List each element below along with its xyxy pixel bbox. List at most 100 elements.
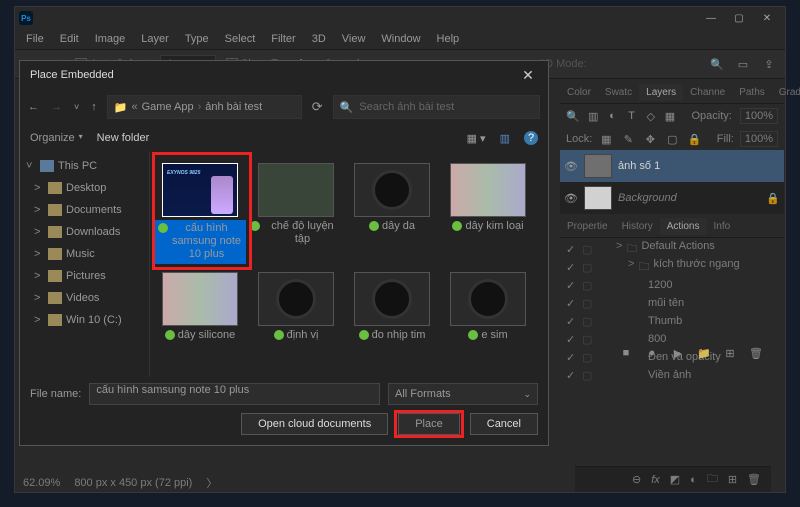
panel-tab-swatc[interactable]: Swatc [598, 84, 639, 101]
forward-icon[interactable]: → [51, 101, 62, 113]
action-row[interactable]: ✓▢Viền ảnh [560, 366, 784, 384]
layer-row[interactable]: 👁 Background 🔒 [560, 182, 784, 214]
sidebar-item-this-pc[interactable]: ˅This PC [22, 155, 147, 177]
search-input[interactable]: 🔍 Search ảnh bài test [333, 95, 540, 119]
record-icon[interactable]: ● [644, 345, 660, 361]
check-icon[interactable]: ✓ [566, 279, 582, 292]
dialog-toggle-icon[interactable]: ▢ [582, 351, 598, 364]
menu-image[interactable]: Image [88, 31, 133, 47]
filter-type-icon[interactable]: T [626, 108, 637, 124]
menu-filter[interactable]: Filter [264, 31, 302, 47]
file-item[interactable]: dây kim loại [440, 159, 536, 268]
action-row[interactable]: ✓▢1200 [560, 276, 784, 294]
file-item[interactable]: dây silicone [152, 268, 248, 346]
file-item[interactable]: dây da [344, 159, 440, 268]
panel-tab-channe[interactable]: Channe [683, 84, 732, 101]
panel-tab-color[interactable]: Color [560, 84, 598, 101]
filter-adjust-icon[interactable]: ◐ [607, 108, 618, 124]
opacity-value[interactable]: 100% [740, 108, 778, 124]
close-window-button[interactable]: ✕ [753, 7, 781, 29]
group-icon[interactable]: 🗀 [707, 470, 718, 489]
panel-tab-gradiei[interactable]: Gradiei [772, 84, 800, 101]
dialog-toggle-icon[interactable]: ▢ [582, 369, 598, 382]
check-icon[interactable]: ✓ [566, 243, 582, 256]
organize-dropdown[interactable]: Organize▾ [30, 132, 83, 144]
maximize-button[interactable]: ▢ [725, 7, 753, 29]
menu-layer[interactable]: Layer [134, 31, 176, 47]
play-icon[interactable]: ▶ [670, 345, 686, 361]
zoom-level[interactable]: 62.09% [23, 477, 60, 489]
back-icon[interactable]: ← [28, 101, 39, 113]
new-folder-button[interactable]: New folder [97, 132, 150, 144]
share-icon[interactable]: ⇪ [761, 56, 777, 72]
new-action-icon[interactable]: ⊞ [722, 345, 738, 361]
view-mode-icon[interactable]: ▦ ▾ [467, 132, 486, 145]
panel-tab-paths[interactable]: Paths [732, 84, 772, 101]
visibility-icon[interactable]: 👁 [564, 192, 578, 205]
sidebar-item-music[interactable]: ˃Music [22, 243, 147, 265]
file-item[interactable]: đo nhịp tim [344, 268, 440, 346]
workspace-icon[interactable]: ▭ [735, 56, 751, 72]
sidebar-item-pictures[interactable]: ˃Pictures [22, 265, 147, 287]
check-icon[interactable]: ✓ [566, 369, 582, 382]
minimize-button[interactable]: — [697, 7, 725, 29]
lock-all-icon[interactable]: 🔒 [686, 131, 702, 147]
sidebar-item-downloads[interactable]: ˃Downloads [22, 221, 147, 243]
check-icon[interactable]: ✓ [566, 297, 582, 310]
format-dropdown[interactable]: All Formats⌄ [388, 383, 538, 405]
filter-image-icon[interactable]: ▥ [588, 108, 599, 124]
delete-layer-icon[interactable]: 🗑 [747, 473, 761, 486]
dialog-toggle-icon[interactable]: ▢ [582, 261, 598, 274]
filter-shape-icon[interactable]: ◇ [645, 108, 656, 124]
fx-icon[interactable]: fx [651, 474, 660, 486]
dialog-toggle-icon[interactable]: ▢ [582, 243, 598, 256]
menu-3d[interactable]: 3D [305, 31, 333, 47]
refresh-icon[interactable]: ⟳ [312, 99, 323, 115]
sidebar-item-videos[interactable]: ˃Videos [22, 287, 147, 309]
lock-move-icon[interactable]: ✥ [642, 131, 658, 147]
mask-icon[interactable]: ◩ [670, 473, 680, 486]
menu-file[interactable]: File [19, 31, 51, 47]
lock-brush-icon[interactable]: ✎ [620, 131, 636, 147]
visibility-icon[interactable]: 👁 [564, 160, 578, 173]
menu-select[interactable]: Select [218, 31, 263, 47]
action-row[interactable]: ✓▢˃🗀kích thước ngang [560, 258, 784, 276]
lock-artboard-icon[interactable]: ▢ [664, 131, 680, 147]
panel-tab-propertie[interactable]: Propertie [560, 218, 615, 235]
dialog-toggle-icon[interactable]: ▢ [582, 333, 598, 346]
menu-type[interactable]: Type [178, 31, 216, 47]
place-button[interactable]: Place [398, 413, 460, 435]
check-icon[interactable]: ✓ [566, 351, 582, 364]
layer-filter-icon[interactable]: 🔍 [566, 108, 580, 124]
search-icon[interactable]: 🔍 [709, 56, 725, 72]
fill-value[interactable]: 100% [740, 131, 778, 147]
sidebar-item-win-10-c-[interactable]: ˃Win 10 (C:) [22, 309, 147, 331]
check-icon[interactable]: ✓ [566, 315, 582, 328]
panel-tab-history[interactable]: History [615, 218, 660, 235]
panel-tab-actions[interactable]: Actions [660, 218, 707, 235]
dialog-toggle-icon[interactable]: ▢ [582, 315, 598, 328]
preview-pane-icon[interactable]: ▥ [500, 132, 510, 145]
menu-help[interactable]: Help [430, 31, 467, 47]
action-row[interactable]: ✓▢Thumb [560, 312, 784, 330]
menu-edit[interactable]: Edit [53, 31, 86, 47]
filter-smart-icon[interactable]: ▦ [664, 108, 675, 124]
filename-input[interactable]: cấu hình samsung note 10 plus [89, 383, 380, 405]
breadcrumb[interactable]: 📁 « Game App › ảnh bài test [107, 95, 302, 119]
sidebar-item-documents[interactable]: ˃Documents [22, 199, 147, 221]
link-icon[interactable]: ⊖ [632, 473, 641, 486]
stop-icon[interactable]: ■ [618, 345, 634, 361]
close-icon[interactable]: ✕ [518, 67, 538, 84]
history-chevron-icon[interactable]: ˅ [74, 102, 79, 112]
lock-pixels-icon[interactable]: ▦ [598, 131, 614, 147]
adjust-icon[interactable]: ◐ [690, 474, 697, 486]
file-item[interactable]: định vị [248, 268, 344, 346]
sidebar-item-desktop[interactable]: ˃Desktop [22, 177, 147, 199]
file-item[interactable]: cấu hình samsung note 10 plus [152, 159, 248, 268]
file-item[interactable]: chế độ luyện tập [248, 159, 344, 268]
new-layer-icon[interactable]: ⊞ [728, 473, 737, 486]
panel-tab-layers[interactable]: Layers [639, 84, 683, 101]
menu-view[interactable]: View [335, 31, 373, 47]
action-row[interactable]: ✓▢˃🗀Default Actions [560, 240, 784, 258]
check-icon[interactable]: ✓ [566, 333, 582, 346]
